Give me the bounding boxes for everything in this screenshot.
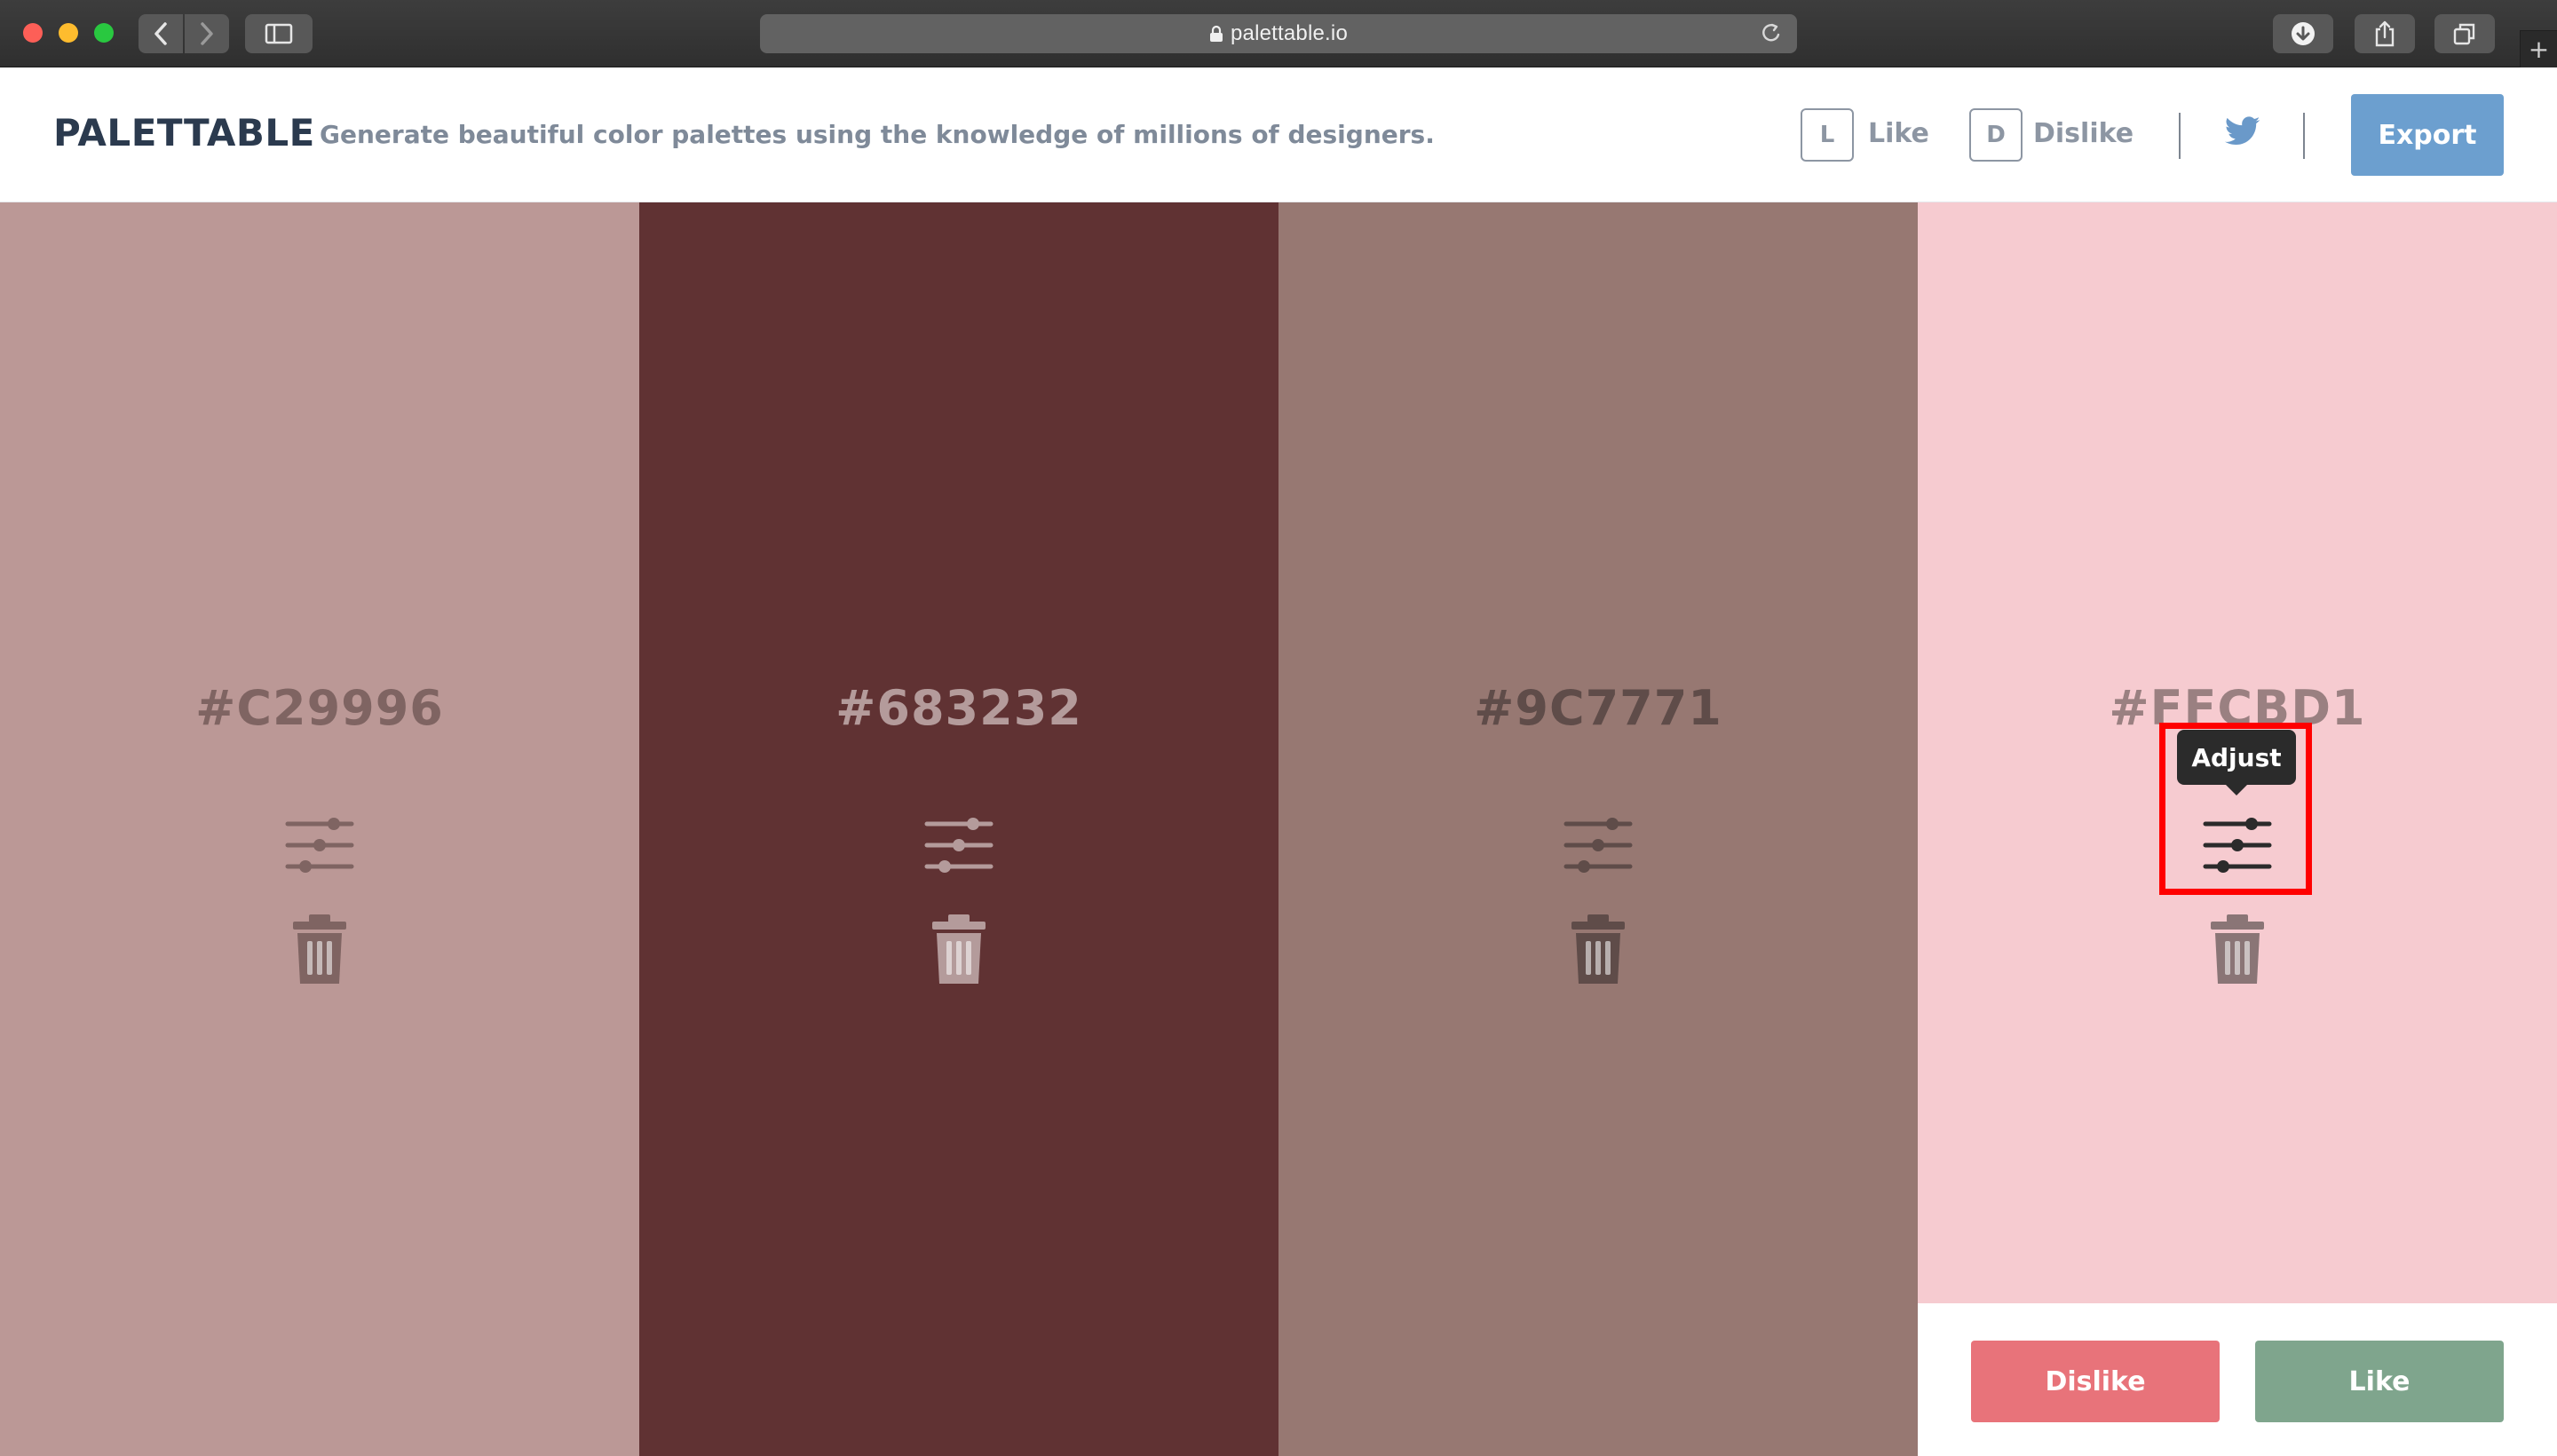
like-button[interactable]: Like	[2255, 1341, 2504, 1422]
vote-panel: Dislike Like	[1918, 1303, 2557, 1456]
adjust-icon[interactable]	[2202, 817, 2273, 874]
download-icon	[2292, 22, 2315, 45]
adjust-icon[interactable]	[1563, 817, 1634, 874]
logo[interactable]: PALETTABLE	[53, 111, 315, 154]
color-column[interactable]: #C29996	[0, 202, 639, 1456]
trash-icon[interactable]	[1570, 913, 1627, 985]
close-window-button[interactable]	[23, 23, 43, 43]
trash-icon[interactable]	[930, 913, 987, 985]
color-column[interactable]: #9C7771	[1278, 202, 1918, 1456]
palette: #C29996 #683232 #9C7771 #FFCBD1 Adjust	[0, 202, 2557, 1456]
color-column[interactable]: #683232	[639, 202, 1278, 1456]
chevron-right-icon	[201, 22, 213, 45]
tab-overview-button[interactable]	[2434, 14, 2495, 53]
browser-toolbar: palettable.io +	[0, 0, 2557, 67]
hex-code[interactable]: #FFCBD1	[1918, 680, 2557, 736]
divider	[2179, 113, 2181, 159]
lock-icon	[1209, 25, 1223, 43]
sidebar-icon	[265, 23, 293, 44]
app-header: PALETTABLE Generate beautiful color pale…	[0, 68, 2557, 202]
back-button[interactable]	[139, 14, 183, 53]
tagline: Generate beautiful color palettes using …	[320, 120, 1435, 149]
hex-code[interactable]: #683232	[639, 680, 1278, 736]
dislike-shortcut-key: D	[1969, 108, 2023, 162]
dislike-shortcut-label[interactable]: Dislike	[2033, 118, 2133, 149]
twitter-icon[interactable]	[2225, 116, 2260, 146]
adjust-tooltip: Adjust	[2177, 730, 2296, 795]
dislike-button[interactable]: Dislike	[1971, 1341, 2220, 1422]
adjust-icon[interactable]	[284, 817, 355, 874]
divider	[2303, 113, 2305, 159]
trash-icon[interactable]	[2209, 913, 2266, 985]
chevron-left-icon	[154, 22, 167, 45]
downloads-button[interactable]	[2273, 14, 2333, 53]
trash-icon[interactable]	[291, 913, 348, 985]
share-button[interactable]	[2355, 14, 2415, 53]
reload-icon[interactable]	[1760, 21, 1783, 46]
share-icon	[2375, 20, 2395, 47]
like-shortcut-label[interactable]: Like	[1868, 118, 1929, 149]
tabs-icon	[2453, 23, 2475, 45]
url-text: palettable.io	[1230, 21, 1349, 45]
forward-button[interactable]	[185, 14, 229, 53]
maximize-window-button[interactable]	[94, 23, 114, 43]
color-column[interactable]: #FFCBD1 Adjust	[1918, 202, 2557, 1303]
new-tab-button[interactable]: +	[2520, 30, 2557, 67]
hex-code[interactable]: #9C7771	[1278, 680, 1918, 736]
address-bar[interactable]: palettable.io	[760, 14, 1797, 53]
like-shortcut-key: L	[1801, 108, 1854, 162]
export-button[interactable]: Export	[2351, 94, 2504, 176]
sidebar-toggle-button[interactable]	[245, 14, 313, 53]
adjust-icon[interactable]	[923, 817, 994, 874]
minimize-window-button[interactable]	[59, 23, 78, 43]
hex-code[interactable]: #C29996	[0, 680, 639, 736]
